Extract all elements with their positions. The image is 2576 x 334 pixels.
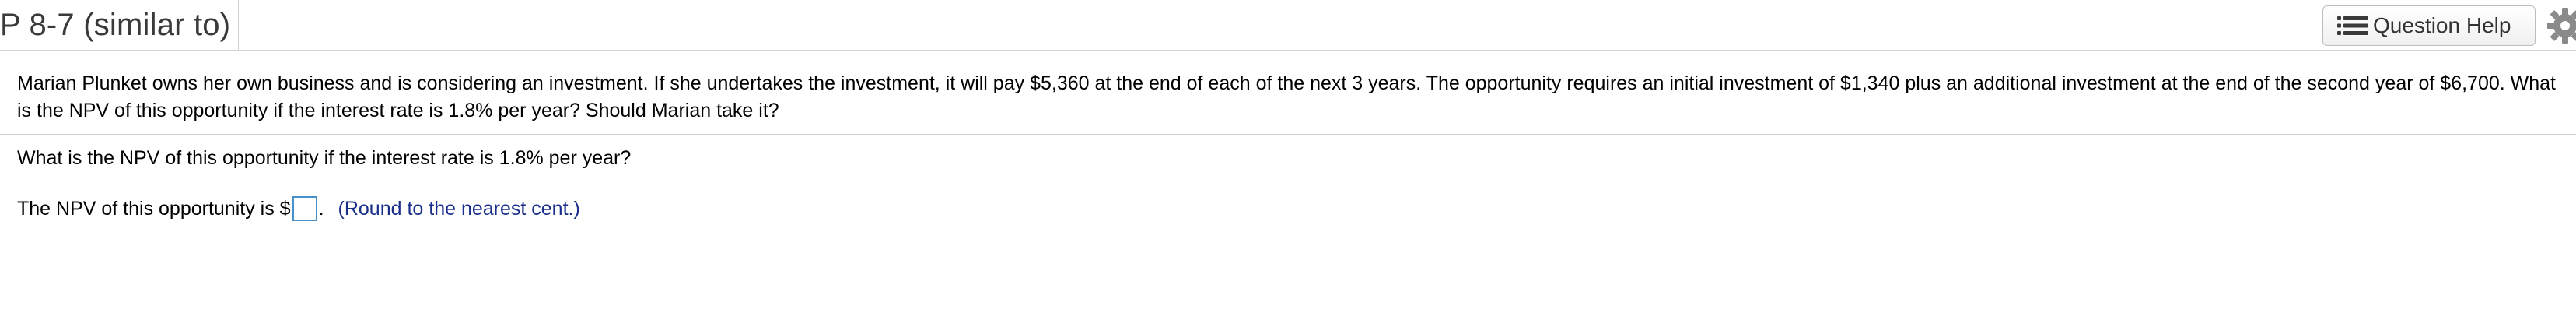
answer-prefix: The NPV of this opportunity is $ <box>17 197 291 220</box>
problem-title-box: P 8-7 (similar to) <box>0 0 240 50</box>
rounding-hint: (Round to the nearest cent.) <box>338 197 580 220</box>
divider <box>0 134 2576 135</box>
npv-answer-input[interactable] <box>292 196 317 221</box>
answer-suffix: . <box>318 197 324 220</box>
gear-icon[interactable] <box>2542 6 2576 45</box>
problem-title: P 8-7 (similar to) <box>0 7 231 42</box>
part-prompt: What is the NPV of this opportunity if t… <box>17 147 632 169</box>
question-text: Marian Plunket owns her own business and… <box>17 72 2556 121</box>
question-help-button[interactable]: Question Help <box>2322 5 2536 46</box>
list-icon <box>2337 16 2368 36</box>
problem-header: P 8-7 (similar to) Question Help <box>0 0 2576 51</box>
problem-page: P 8-7 (similar to) Question Help Marian … <box>0 0 2576 334</box>
question-help-label: Question Help <box>2373 13 2511 37</box>
answer-line: The NPV of this opportunity is $ . (Roun… <box>17 193 580 224</box>
